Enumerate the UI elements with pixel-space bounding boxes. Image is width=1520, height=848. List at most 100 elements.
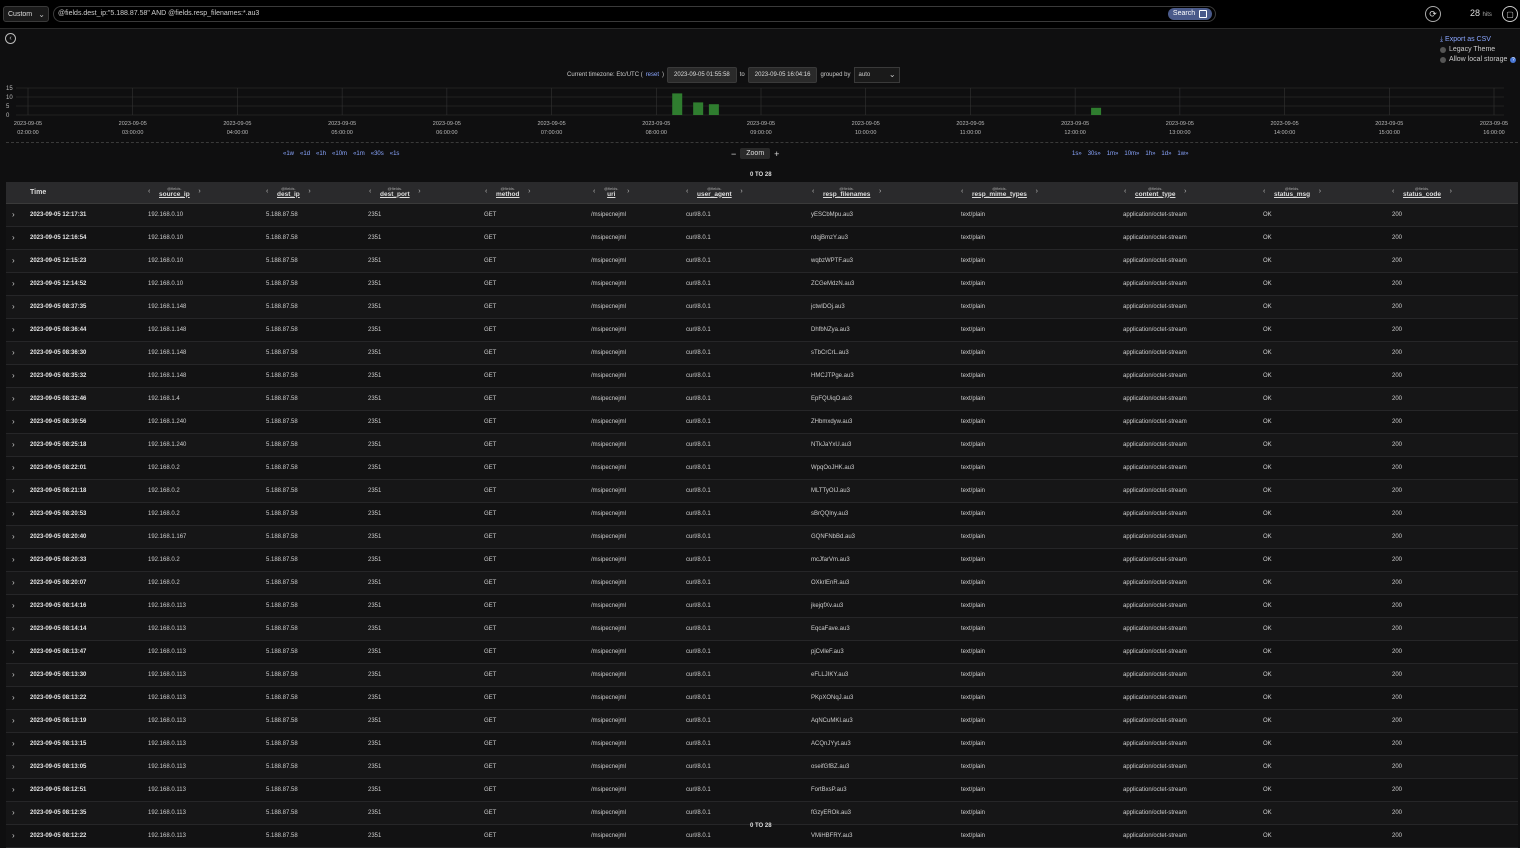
expand-row-icon[interactable]: › <box>12 572 15 594</box>
column-header-dest-port[interactable]: ‹ @fields. dest_port › <box>369 182 421 203</box>
table-row[interactable]: › 2023-09-05 08:12:51 192.168.0.113 5.188.8… <box>6 779 1518 802</box>
move-right-icon[interactable]: › <box>1184 188 1186 195</box>
zoom-out-button[interactable]: − <box>731 149 736 159</box>
time-forward-button[interactable]: 1d» <box>1161 151 1171 157</box>
expand-row-icon[interactable]: › <box>12 227 15 249</box>
move-right-icon[interactable]: › <box>198 188 200 195</box>
histogram-bar[interactable] <box>1091 107 1102 115</box>
expand-row-icon[interactable]: › <box>12 595 15 617</box>
column-header-dest-ip[interactable]: ‹ @fields. dest_ip › <box>266 182 311 203</box>
table-row[interactable]: › 2023-09-05 08:20:53 192.168.0.2 5.188.87.… <box>6 503 1518 526</box>
expand-row-icon[interactable]: › <box>12 319 15 341</box>
time-back-button[interactable]: «1w <box>283 151 294 157</box>
move-right-icon[interactable]: › <box>308 188 310 195</box>
search-input[interactable]: @fields.dest_ip:"5.188.87.58" AND @field… <box>53 6 1216 22</box>
time-back-button[interactable]: «1h <box>316 151 326 157</box>
move-left-icon[interactable]: ‹ <box>686 188 688 195</box>
expand-row-icon[interactable]: › <box>12 825 15 847</box>
table-row[interactable]: › 2023-09-05 08:13:05 192.168.0.113 5.188.8… <box>6 756 1518 779</box>
help-icon[interactable]: ? <box>1510 57 1517 63</box>
expand-row-icon[interactable]: › <box>12 687 15 709</box>
move-left-icon[interactable]: ‹ <box>369 188 371 195</box>
expand-row-icon[interactable]: › <box>12 664 15 686</box>
export-csv-link[interactable]: ⤓ Export as CSV <box>1440 35 1516 45</box>
move-left-icon[interactable]: ‹ <box>266 188 268 195</box>
table-row[interactable]: › 2023-09-05 08:35:32 192.168.1.148 5.188.8… <box>6 365 1518 388</box>
time-back-button[interactable]: «10m <box>332 151 347 157</box>
expand-row-icon[interactable]: › <box>12 296 15 318</box>
expand-row-icon[interactable]: › <box>12 710 15 732</box>
move-right-icon[interactable]: › <box>1450 188 1452 195</box>
time-forward-button[interactable]: 1h» <box>1145 151 1155 157</box>
move-left-icon[interactable]: ‹ <box>485 188 487 195</box>
expand-row-icon[interactable]: › <box>12 641 15 663</box>
column-header-time[interactable]: Time <box>30 182 46 203</box>
zoom-in-button[interactable]: + <box>774 149 779 159</box>
table-row[interactable]: › 2023-09-05 08:12:35 192.168.0.113 5.188.8… <box>6 802 1518 825</box>
grouped-by-select[interactable]: auto ⌄ <box>853 66 900 83</box>
allow-storage-toggle[interactable]: Allow local storage? <box>1440 55 1517 65</box>
expand-row-icon[interactable]: › <box>12 204 15 226</box>
expand-row-icon[interactable]: › <box>12 756 15 778</box>
time-back-button[interactable]: «1m <box>353 151 365 157</box>
expand-row-icon[interactable]: › <box>12 733 15 755</box>
column-header-content-type[interactable]: ‹ @fields. content_type › <box>1124 182 1186 203</box>
move-left-icon[interactable]: ‹ <box>1124 188 1126 195</box>
time-back-button[interactable]: «1s <box>390 151 400 157</box>
table-row[interactable]: › 2023-09-05 08:13:15 192.168.0.113 5.188.8… <box>6 733 1518 756</box>
column-header-status-msg[interactable]: ‹ @fields. status_msg › <box>1263 182 1321 203</box>
column-header-method[interactable]: ‹ @fields. method › <box>485 182 530 203</box>
move-right-icon[interactable]: › <box>418 188 420 195</box>
table-row[interactable]: › 2023-09-05 12:16:54 192.168.0.10 5.188.87… <box>6 227 1518 250</box>
histogram-bar[interactable] <box>708 104 719 115</box>
column-header-resp-mime-types[interactable]: ‹ @fields. resp_mime_types › <box>961 182 1038 203</box>
move-right-icon[interactable]: › <box>879 188 881 195</box>
move-right-icon[interactable]: › <box>528 188 530 195</box>
table-row[interactable]: › 2023-09-05 12:14:52 192.168.0.10 5.188.87… <box>6 273 1518 296</box>
time-range-select[interactable]: Custom ⌄ <box>3 6 49 22</box>
column-header-source-ip[interactable]: ‹ @fields. source_ip › <box>148 182 201 203</box>
expand-row-icon[interactable]: › <box>12 411 15 433</box>
column-header-resp-filenames[interactable]: ‹ @fields. resp_filenames › <box>812 182 881 203</box>
refresh-icon[interactable]: ⟳ <box>1425 6 1441 22</box>
table-row[interactable]: › 2023-09-05 08:32:46 192.168.1.4 5.188.87.… <box>6 388 1518 411</box>
expand-row-icon[interactable]: › <box>12 503 15 525</box>
from-datetime-input[interactable]: 2023-09-05 01:55:58 <box>667 66 737 83</box>
move-left-icon[interactable]: ‹ <box>812 188 814 195</box>
histogram-chart[interactable]: 15 10 5 0 2023-09-05 02:00:00 2023-09-05 03:00:… <box>0 84 1520 140</box>
chat-icon[interactable]: ▢ <box>1502 6 1518 22</box>
expand-row-icon[interactable]: › <box>12 549 15 571</box>
histogram-bar[interactable] <box>672 93 683 115</box>
table-row[interactable]: › 2023-09-05 08:36:44 192.168.1.148 5.188.8… <box>6 319 1518 342</box>
expand-row-icon[interactable]: › <box>12 342 15 364</box>
expand-row-icon[interactable]: › <box>12 434 15 456</box>
move-right-icon[interactable]: › <box>1036 188 1038 195</box>
column-header-uri[interactable]: ‹ @fields. uri › <box>593 182 630 203</box>
time-forward-button[interactable]: 1w» <box>1177 151 1188 157</box>
column-header-user-agent[interactable]: ‹ @fields. user_agent › <box>686 182 743 203</box>
table-row[interactable]: › 2023-09-05 12:17:31 192.168.0.10 5.188.87… <box>6 204 1518 227</box>
table-row[interactable]: › 2023-09-05 08:25:18 192.168.1.240 5.188.8… <box>6 434 1518 457</box>
time-forward-button[interactable]: 1m» <box>1107 151 1119 157</box>
expand-row-icon[interactable]: › <box>12 779 15 801</box>
legacy-theme-toggle[interactable]: Legacy Theme <box>1440 45 1516 55</box>
expand-row-icon[interactable]: › <box>12 365 15 387</box>
table-row[interactable]: › 2023-09-05 08:20:07 192.168.0.2 5.188.87.… <box>6 572 1518 595</box>
table-row[interactable]: › 2023-09-05 08:21:18 192.168.0.2 5.188.87.… <box>6 480 1518 503</box>
table-row[interactable]: › 2023-09-05 08:20:33 192.168.0.2 5.188.87.… <box>6 549 1518 572</box>
move-right-icon[interactable]: › <box>740 188 742 195</box>
table-row[interactable]: › 2023-09-05 08:37:35 192.168.1.148 5.188.8… <box>6 296 1518 319</box>
time-back-button[interactable]: «1d <box>300 151 310 157</box>
table-row[interactable]: › 2023-09-05 08:30:56 192.168.1.240 5.188.8… <box>6 411 1518 434</box>
table-row[interactable]: › 2023-09-05 08:20:40 192.168.1.167 5.188.8… <box>6 526 1518 549</box>
column-header-status-code[interactable]: ‹ @fields. status_code › <box>1392 182 1452 203</box>
expand-row-icon[interactable]: › <box>12 250 15 272</box>
time-back-button[interactable]: «30s <box>371 151 384 157</box>
table-row[interactable]: › 2023-09-05 08:14:16 192.168.0.113 5.188.8… <box>6 595 1518 618</box>
move-left-icon[interactable]: ‹ <box>961 188 963 195</box>
search-button[interactable]: Search <box>1168 8 1212 20</box>
to-datetime-input[interactable]: 2023-09-05 16:04:16 <box>747 66 818 83</box>
time-forward-button[interactable]: 30s» <box>1088 151 1101 157</box>
table-row[interactable]: › 2023-09-05 08:13:22 192.168.0.113 5.188.8… <box>6 687 1518 710</box>
move-left-icon[interactable]: ‹ <box>593 188 595 195</box>
